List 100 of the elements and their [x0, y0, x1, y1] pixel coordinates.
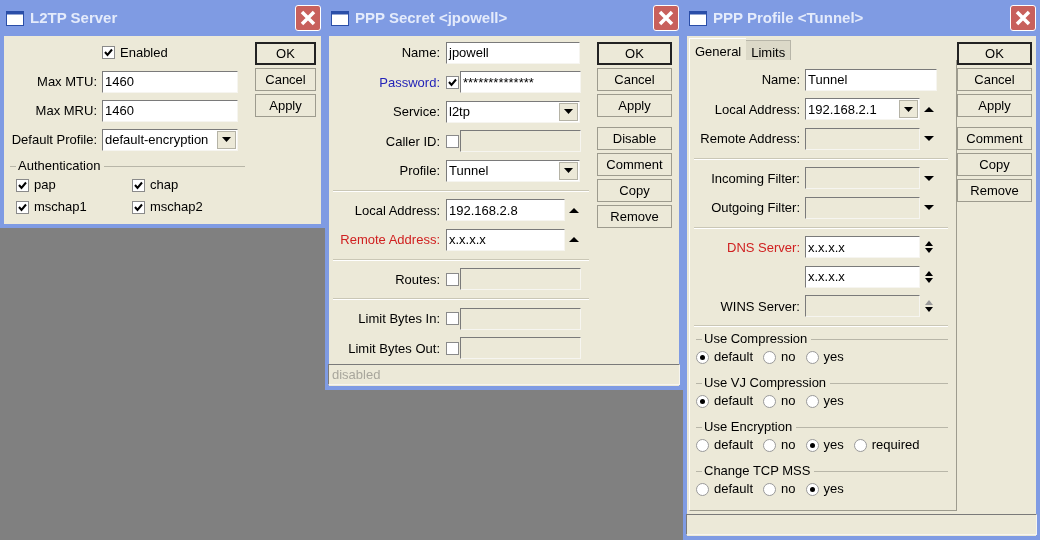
text-field[interactable]: 1460 [102, 99, 238, 122]
field-label: Name: [761, 72, 800, 87]
window-title: L2TP Server [30, 7, 118, 28]
text-field[interactable]: 1460 [102, 70, 238, 93]
radio-label: no [781, 480, 796, 499]
radio-button[interactable] [763, 350, 777, 364]
dialog-button[interactable]: Remove [957, 179, 1032, 202]
checkbox-label: chap [150, 176, 179, 195]
checkbox-label: mschap2 [150, 198, 203, 217]
radio-button[interactable] [696, 394, 709, 408]
text-field[interactable]: x.x.x.x [805, 265, 920, 288]
group-title: Authentication [18, 157, 101, 176]
dialog-button[interactable]: Comment [597, 153, 672, 176]
dialog-button[interactable]: Apply [255, 94, 316, 117]
checkbox[interactable] [16, 178, 29, 192]
radio-button[interactable] [763, 438, 777, 452]
dropdown-field[interactable]: default-encryption [102, 128, 238, 151]
radio-label: no [781, 348, 796, 367]
close-button[interactable] [653, 5, 679, 31]
field-label: Routes: [395, 271, 440, 287]
close-button[interactable] [1010, 5, 1036, 31]
text-field[interactable]: x.x.x.x [805, 236, 920, 259]
radio-label: default [714, 392, 754, 411]
text-field[interactable]: Tunnel [805, 68, 937, 91]
group-title: Use Encryption [704, 418, 793, 437]
radio-button[interactable] [805, 438, 819, 452]
dialog-button[interactable]: Remove [597, 205, 672, 228]
radio-label: default [714, 480, 754, 499]
status-text: disabled [332, 365, 381, 384]
field-label: Caller ID: [385, 133, 440, 149]
field-label: Name: [401, 45, 440, 60]
radio-button[interactable] [763, 482, 777, 496]
radio-button[interactable] [696, 482, 709, 496]
text-field[interactable]: jpowell [446, 41, 580, 64]
dialog-button[interactable]: OK [597, 42, 672, 65]
dropdown-field[interactable]: 192.168.2.1 [805, 98, 920, 121]
dialog-button[interactable]: Apply [597, 94, 672, 117]
checkbox-label: pap [34, 176, 56, 195]
radio-button[interactable] [696, 350, 709, 364]
field-label: Local Address: [714, 101, 800, 117]
radio-button[interactable] [805, 394, 819, 408]
dialog-button[interactable]: OK [957, 42, 1032, 65]
radio-button[interactable] [763, 394, 777, 408]
dialog-button[interactable]: Disable [597, 127, 672, 150]
dialog-button[interactable]: Cancel [597, 68, 672, 91]
field-label: Local Address: [354, 202, 440, 218]
dialog-button[interactable]: Comment [957, 127, 1032, 150]
radio-label: yes [823, 480, 844, 499]
close-icon [300, 10, 316, 26]
dropdown-field[interactable]: l2tp [446, 100, 580, 123]
checkbox-label: mschap1 [34, 198, 87, 217]
checkbox[interactable] [16, 200, 29, 214]
close-icon [1015, 10, 1031, 26]
text-field[interactable]: 192.168.2.8 [446, 199, 565, 222]
dialog-button[interactable]: OK [255, 42, 316, 65]
radio-label: no [781, 436, 796, 455]
text-field[interactable]: x.x.x.x [446, 228, 565, 251]
field-label: Max MRU: [35, 102, 97, 118]
dialog-button[interactable]: Copy [957, 153, 1032, 176]
radio-button[interactable] [805, 482, 819, 496]
radio-label: default [714, 348, 754, 367]
dialog-button[interactable]: Cancel [957, 68, 1032, 91]
tab[interactable]: General [689, 38, 747, 60]
group-title: Use Compression [704, 330, 808, 349]
field-label: Limit Bytes Out: [348, 340, 440, 356]
dialog-button[interactable]: Cancel [255, 68, 316, 91]
group-title: Change TCP MSS [704, 462, 811, 481]
text-field[interactable]: ************** [460, 71, 581, 94]
checkbox[interactable] [446, 75, 459, 89]
close-button[interactable] [295, 5, 321, 31]
radio-button[interactable] [696, 438, 709, 452]
radio-label: default [714, 436, 754, 455]
radio-button[interactable] [805, 350, 819, 364]
window-icon [6, 10, 24, 26]
field-label: Default Profile: [11, 131, 97, 147]
dialog-button[interactable]: Apply [957, 94, 1032, 117]
checkbox[interactable] [132, 200, 145, 214]
field-label: Profile: [399, 163, 440, 178]
checkbox-label: Enabled [120, 43, 168, 62]
checkbox[interactable] [132, 178, 145, 192]
tab[interactable]: Limits [746, 40, 792, 60]
field-label: Incoming Filter: [711, 170, 800, 186]
window-icon [331, 10, 349, 26]
group-title: Use VJ Compression [704, 374, 827, 393]
window-icon [689, 10, 707, 26]
field-label: Remote Address: [700, 131, 800, 146]
dialog-button[interactable]: Copy [597, 179, 672, 202]
radio-button[interactable] [853, 438, 867, 452]
window-title: PPP Secret <jpowell> [355, 7, 508, 28]
field-label: Limit Bytes In: [358, 311, 440, 326]
radio-label: yes [823, 348, 844, 367]
checkbox[interactable] [102, 46, 115, 59]
field-label: DNS Server: [727, 239, 800, 255]
close-icon [658, 10, 674, 26]
radio-label: yes [823, 436, 844, 455]
dropdown-field[interactable]: Tunnel [446, 159, 580, 182]
field-label: Outgoing Filter: [711, 200, 800, 215]
field-label: Max MTU: [37, 73, 97, 89]
field-label: Password: [379, 74, 440, 90]
window-title: PPP Profile <Tunnel> [713, 7, 864, 28]
